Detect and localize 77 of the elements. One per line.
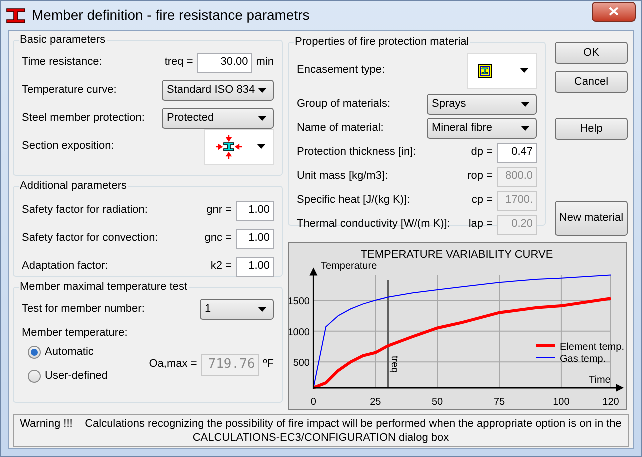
- field-label: Section exposition:: [22, 139, 114, 154]
- symbol-label: k2 =: [210, 259, 232, 274]
- x-tick-label: 0: [310, 397, 316, 408]
- legend-label: Gas temp.: [560, 354, 606, 365]
- symbol-label: cp =: [472, 193, 493, 208]
- dialog-button[interactable]: Cancel: [555, 71, 628, 93]
- icon-dropdown[interactable]: [204, 128, 274, 164]
- radio-option[interactable]: Automatic: [28, 344, 108, 362]
- field-label: Encasement type:: [297, 63, 386, 78]
- field-label: Safety factor for convection:: [22, 231, 158, 246]
- x-tick-label: 50: [432, 397, 444, 408]
- x-axis-label: Time: [589, 375, 611, 386]
- symbol-label: treq =: [164, 55, 194, 70]
- x-tick-label: 25: [370, 397, 382, 408]
- x-tick-label: 100: [553, 397, 570, 408]
- field-label: Protection thickness [in]:: [297, 145, 416, 160]
- caret-icon: [521, 102, 530, 107]
- field-label: Safety factor for radiation:: [22, 203, 148, 218]
- close-button[interactable]: [592, 2, 636, 22]
- x-tick-label: 120: [602, 397, 620, 408]
- symbol-label: gnc =: [204, 231, 232, 246]
- group-title: Member maximal temperature test: [19, 280, 188, 295]
- dialog-button[interactable]: Help: [555, 118, 628, 140]
- caret-icon: [520, 68, 529, 73]
- field-label: Specific heat [J/(kg K)]:: [297, 193, 410, 208]
- unit-label: min: [256, 55, 274, 70]
- input-field[interactable]: 0.47: [497, 142, 537, 162]
- close-icon: [609, 7, 619, 16]
- unit-label: ºF: [263, 357, 274, 372]
- input-field[interactable]: 30.00: [197, 52, 252, 72]
- caret-icon: [258, 88, 267, 93]
- symbol-label: rop =: [468, 169, 493, 184]
- y-tick-label: 500: [293, 358, 310, 370]
- field-label: Steel member protection:: [22, 111, 145, 126]
- group-title: Basic parameters: [19, 33, 107, 48]
- field-label: Test for member number:: [22, 302, 145, 318]
- field-label: Unit mass [kg/m3]:: [297, 169, 388, 184]
- dialog-button[interactable]: OK: [555, 42, 628, 64]
- symbol-label: gnr =: [206, 203, 232, 218]
- field-label: Time resistance:: [22, 55, 102, 70]
- dropdown[interactable]: Sprays: [427, 94, 537, 115]
- field-label: Thermal conductivity [W/(m K)]:: [297, 217, 450, 232]
- input-field[interactable]: 1.00: [236, 256, 274, 276]
- dropdown[interactable]: Standard ISO 834: [162, 80, 274, 101]
- symbol-label: Oa,max =: [149, 357, 198, 372]
- caret-icon: [258, 116, 267, 121]
- warning-text: Warning !!! Calculations recognizing the possibility of fire impact will be performed when the appropriate option is on in the CALCULATIONS-EC3/CONFIGURATION dialog box: [20, 416, 622, 444]
- y-axis-label: Temperature: [321, 261, 378, 272]
- symbol-label: lap =: [468, 217, 493, 232]
- caret-icon: [257, 144, 266, 149]
- dropdown[interactable]: Protected: [162, 108, 274, 129]
- dropdown[interactable]: 1: [200, 299, 274, 320]
- field-label: Group of materials:: [297, 97, 391, 112]
- input-field[interactable]: 1.00: [236, 200, 274, 220]
- group-title: Properties of fire protection material: [294, 35, 470, 50]
- radio-option[interactable]: User-defined: [28, 368, 108, 386]
- dropdown[interactable]: Mineral fibre: [427, 118, 537, 139]
- section-exposure-icon: [215, 134, 243, 160]
- icon-dropdown[interactable]: [467, 52, 537, 88]
- caret-icon: [258, 307, 267, 312]
- legend-label: Element temp.: [560, 342, 624, 353]
- field-label: Name of material:: [297, 121, 384, 136]
- legend-swatch: [536, 344, 555, 348]
- field-label: Adaptation factor:: [22, 259, 108, 274]
- group-title: Additional parameters: [19, 179, 128, 194]
- encasement-icon: [478, 64, 492, 78]
- input-field[interactable]: 1.00: [236, 228, 274, 248]
- field-label: Member temperature:: [22, 326, 128, 342]
- x-tick-label: 75: [494, 397, 506, 408]
- window-title: Member definition - fire resistance parametrs: [32, 6, 310, 25]
- app-icon: [6, 8, 26, 24]
- chart-title: TEMPERATURE VARIABILITY CURVE: [360, 249, 554, 261]
- dialog-button[interactable]: New material: [555, 201, 628, 236]
- symbol-label: dp =: [471, 145, 493, 160]
- field-label: Temperature curve:: [22, 83, 117, 98]
- caret-icon: [521, 126, 530, 131]
- reference-label: treq: [389, 356, 400, 374]
